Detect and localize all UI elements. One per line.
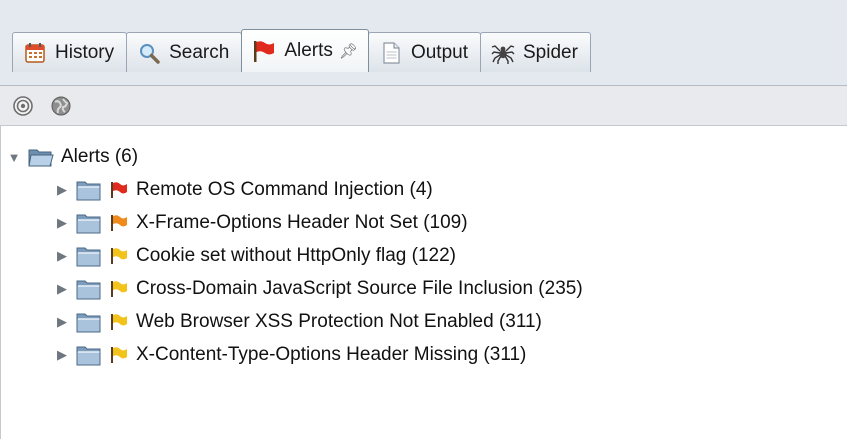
high-risk-flag-icon <box>109 180 129 200</box>
magnifier-icon <box>137 41 161 65</box>
low-risk-flag-icon <box>109 345 129 365</box>
spider-icon <box>491 41 515 65</box>
folder-icon <box>76 178 102 202</box>
collapse-arrow-icon[interactable]: ▼ <box>7 147 21 167</box>
expand-arrow-icon[interactable]: ▶ <box>55 312 69 332</box>
low-risk-flag-icon <box>109 246 129 266</box>
tab-alerts-label: Alerts <box>284 40 333 61</box>
tab-history-label: History <box>55 41 115 63</box>
target-icon[interactable] <box>10 93 36 119</box>
tab-strip: History Search Alerts 📌︎ Output Spider <box>12 29 591 72</box>
expand-arrow-icon[interactable]: ▶ <box>55 279 69 299</box>
expand-arrow-icon[interactable]: ▶ <box>55 246 69 266</box>
folder-icon <box>76 211 102 235</box>
expand-arrow-icon[interactable]: ▶ <box>55 180 69 200</box>
folder-icon <box>76 244 102 268</box>
tab-spider-label: Spider <box>523 41 578 63</box>
tab-output[interactable]: Output <box>367 32 481 72</box>
alerts-tree: ▼ Alerts (6) ▶ Remote OS Command Injecti… <box>0 126 847 439</box>
alert-item-label: X-Content-Type-Options Header Missing (3… <box>136 344 527 365</box>
pin-icon[interactable]: 📌︎ <box>339 42 358 60</box>
folder-icon <box>76 310 102 334</box>
open-folder-icon <box>28 145 54 169</box>
alert-item-cross-domain-js[interactable]: ▶ Cross-Domain JavaScript Source File In… <box>55 272 583 306</box>
alerts-toolbar <box>0 86 847 126</box>
alert-item-label: Web Browser XSS Protection Not Enabled (… <box>136 311 542 332</box>
alert-item-label: Remote OS Command Injection (4) <box>136 179 433 200</box>
tab-search-label: Search <box>169 41 230 63</box>
alert-item-label: X-Frame-Options Header Not Set (109) <box>136 212 468 233</box>
tab-output-label: Output <box>410 41 468 63</box>
folder-icon <box>76 343 102 367</box>
tab-history[interactable]: History <box>12 32 128 72</box>
folder-icon <box>76 277 102 301</box>
tab-alerts[interactable]: Alerts 📌︎ <box>241 29 369 72</box>
tree-root-label: Alerts (6) <box>61 146 139 167</box>
low-risk-flag-icon <box>109 312 129 332</box>
expand-arrow-icon[interactable]: ▶ <box>55 345 69 365</box>
tree-root-alerts[interactable]: ▼ Alerts (6) <box>7 140 139 174</box>
alert-item-xss-protection[interactable]: ▶ Web Browser XSS Protection Not Enabled… <box>55 305 542 339</box>
alert-item-x-content-type-options[interactable]: ▶ X-Content-Type-Options Header Missing … <box>55 338 526 372</box>
alert-item-label: Cookie set without HttpOnly flag (122) <box>136 245 456 266</box>
expand-arrow-icon[interactable]: ▶ <box>55 213 69 233</box>
alert-item-label: Cross-Domain JavaScript Source File Incl… <box>136 278 583 299</box>
low-risk-flag-icon <box>109 279 129 299</box>
flag-icon <box>252 39 276 63</box>
tab-bar: History Search Alerts 📌︎ Output Spider <box>0 0 847 86</box>
medium-risk-flag-icon <box>109 213 129 233</box>
alert-item-remote-os-command-injection[interactable]: ▶ Remote OS Command Injection (4) <box>55 173 433 207</box>
globe-icon[interactable] <box>48 93 74 119</box>
tab-spider[interactable]: Spider <box>480 32 591 72</box>
document-icon <box>379 41 403 65</box>
alert-item-x-frame-options[interactable]: ▶ X-Frame-Options Header Not Set (109) <box>55 206 468 240</box>
alert-item-cookie-httponly[interactable]: ▶ Cookie set without HttpOnly flag (122) <box>55 239 456 273</box>
tab-search[interactable]: Search <box>126 32 243 72</box>
calendar-icon <box>23 41 47 65</box>
